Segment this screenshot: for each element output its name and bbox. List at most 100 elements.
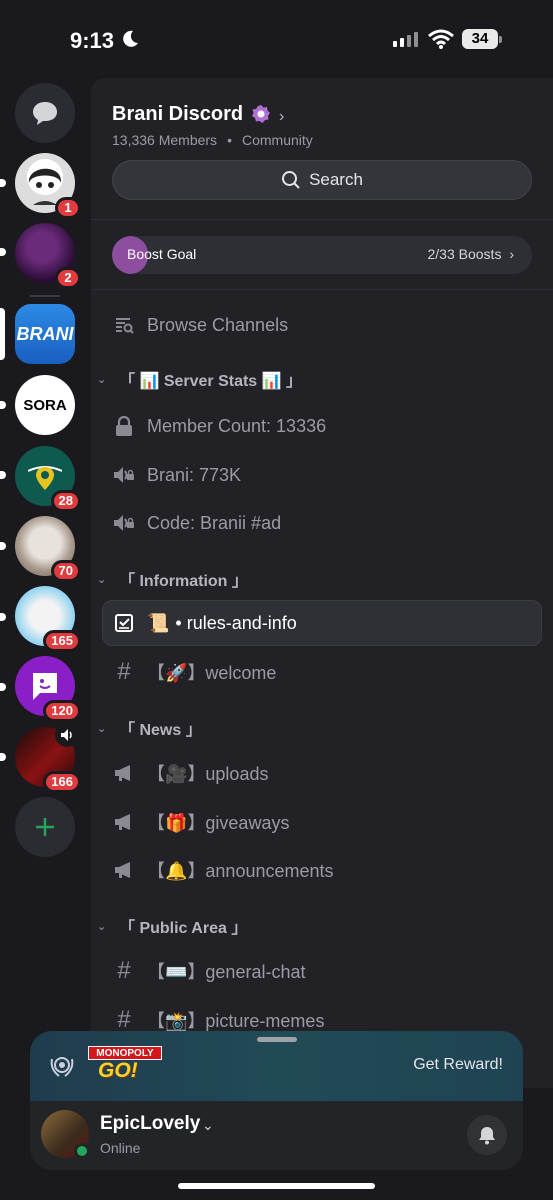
divider [91, 219, 553, 220]
channel-name: 【🚀】welcome [147, 663, 277, 683]
chat-bubble-icon [33, 102, 57, 125]
category-information[interactable]: ⌄ 「 Information 」 [97, 567, 248, 591]
user-status: Online [100, 1140, 141, 1156]
boost-label: Boost Goal [127, 246, 197, 262]
search-button[interactable]: Search [112, 160, 532, 200]
channel-name: 【⌨️】general-chat [147, 962, 306, 982]
channel-member-count[interactable]: Member Count: 13336 [113, 406, 543, 446]
channel-name: • rules-and-info [175, 612, 297, 633]
mention-badge: 70 [50, 560, 81, 582]
server-avatar-9[interactable]: 166 [15, 723, 81, 793]
channel-name: 【📸】picture-memes [147, 1011, 325, 1031]
chevron-right-icon: › [279, 108, 285, 125]
server-avatar-6[interactable]: 70 [15, 516, 81, 582]
member-count: 13,336 Members [112, 132, 218, 148]
server-avatar-1[interactable]: 1 [15, 153, 81, 219]
channel-name: Brani: 773K [147, 464, 242, 485]
monopoly-wordmark: MONOPOLY [88, 1046, 162, 1060]
category-label: 「 News 」 [119, 722, 202, 739]
channel-uploads[interactable]: 【🎥】uploads [113, 753, 543, 793]
channel-brani-count[interactable]: Brani: 773K [113, 455, 543, 495]
mention-badge: 165 [43, 630, 81, 652]
clock: 9:13 [70, 28, 115, 53]
channel-code[interactable]: Code: Branii #ad [113, 503, 543, 543]
speaker-icon [61, 729, 72, 741]
unread-dot [0, 753, 6, 761]
channel-welcome[interactable]: # 【🚀】welcome [113, 652, 543, 692]
channel-rules-and-info[interactable]: 📜 • rules-and-info [113, 603, 543, 643]
bell-icon [479, 1127, 495, 1145]
signal-icon [393, 31, 418, 47]
direct-messages-button[interactable] [15, 83, 75, 143]
boost-count-text: 2/33 Boosts [427, 246, 502, 262]
home-indicator[interactable] [178, 1183, 375, 1189]
channel-general-chat[interactable]: # 【⌨️】general-chat [113, 951, 543, 991]
battery-indicator: 34 [462, 29, 498, 49]
unread-dot [0, 613, 6, 621]
username[interactable]: EpicLovely [100, 1113, 200, 1135]
category-label: 「 Public Area 」 [119, 920, 248, 937]
unread-dot [0, 542, 6, 550]
channel-name: 【🎥】uploads [147, 764, 269, 784]
chevron-down-icon: ⌄ [97, 373, 107, 386]
moon-icon [123, 30, 138, 47]
category-label: 「 Information 」 [119, 573, 248, 590]
megaphone-icon [113, 811, 135, 833]
channel-name: 【🎁】giveaways [147, 813, 290, 833]
plus-icon [36, 818, 54, 836]
boost-count: 2/33 Boosts › [428, 246, 515, 262]
add-server-button[interactable] [15, 797, 75, 857]
notifications-button[interactable] [467, 1115, 507, 1155]
channel-announcements[interactable]: 【🔔】announcements [113, 850, 543, 890]
location-pin-icon [28, 466, 62, 490]
server-rail: 1 2 BRANI SORA 28 70 165 120 166 [0, 80, 90, 1080]
server-avatar-2[interactable]: 2 [15, 223, 81, 289]
mention-badge: 28 [50, 490, 81, 512]
locked-voice-icon [113, 512, 135, 534]
get-reward-link[interactable]: Get Reward! [413, 1056, 503, 1074]
search-label: Search [309, 170, 363, 189]
community-badge-icon [252, 105, 270, 123]
hash-icon: # [117, 1006, 131, 1033]
chevron-down-icon: ⌄ [97, 573, 107, 586]
active-server-indicator [0, 308, 5, 360]
category-news[interactable]: ⌄ 「 News 」 [97, 716, 202, 740]
hash-icon: # [117, 658, 131, 685]
divider [91, 289, 553, 290]
server-avatar-8[interactable]: 120 [15, 656, 81, 722]
locked-voice-icon [113, 464, 135, 486]
reward-banner[interactable]: MONOPOLY GO! Get Reward! [30, 1031, 523, 1101]
category-public-area[interactable]: ⌄ 「 Public Area 」 [97, 914, 247, 938]
megaphone-icon [113, 762, 135, 784]
boost-goal-bar[interactable]: Boost Goal 2/33 Boosts › [112, 236, 532, 274]
bottom-dock: MONOPOLY GO! Get Reward! EpicLovely ⌄ On… [30, 1031, 523, 1170]
category-server-stats[interactable]: ⌄ 「 📊 Server Stats 📊 」 [97, 367, 302, 391]
drag-handle[interactable] [257, 1037, 297, 1042]
server-name[interactable]: Brani Discord [112, 103, 243, 126]
unread-dot [0, 179, 6, 187]
battery-tip [499, 36, 502, 43]
brani-logo-text: BRANI [16, 323, 74, 344]
mention-badge: 1 [55, 197, 81, 219]
rules-check-icon [113, 612, 135, 634]
channel-giveaways[interactable]: 【🎁】giveaways [113, 802, 543, 842]
browse-channels[interactable]: Browse Channels [113, 305, 543, 345]
channel-panel: Brani Discord › 13,336 Members • Communi… [91, 78, 553, 1088]
wifi-icon [428, 29, 454, 49]
server-location[interactable]: 28 [15, 446, 81, 512]
speaker-indicator [55, 723, 79, 747]
unread-dot [0, 401, 6, 409]
server-meta: 13,336 Members • Community [112, 132, 313, 148]
server-type: Community [241, 132, 313, 148]
megaphone-icon [113, 859, 135, 881]
rail-separator [30, 295, 60, 297]
server-sora[interactable]: SORA [15, 375, 75, 435]
category-label: 「 📊 Server Stats 📊 」 [119, 373, 303, 390]
server-avatar-7[interactable]: 165 [15, 586, 81, 652]
laurel-icon [50, 1057, 74, 1077]
speech-face-icon [33, 673, 57, 700]
channel-name: Member Count: 13336 [147, 415, 327, 436]
user-panel[interactable]: EpicLovely ⌄ Online [30, 1101, 523, 1170]
unread-dot [0, 248, 6, 256]
server-brani[interactable]: BRANI [15, 304, 75, 364]
